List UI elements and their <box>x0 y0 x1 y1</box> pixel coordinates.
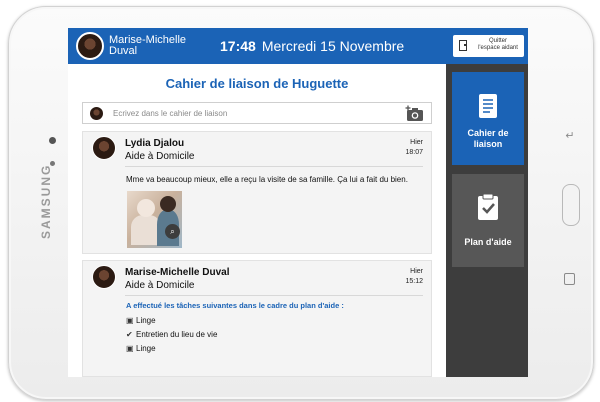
task-item: ✔ Entretien du lieu de vie <box>126 330 217 339</box>
post-date: Hier 15:12 <box>393 267 423 287</box>
author-role: Aide à Domicile <box>125 151 195 162</box>
current-time: 17:48 <box>220 38 256 54</box>
add-photo-icon[interactable] <box>405 105 425 122</box>
task-label: Entretien du lieu de vie <box>136 330 218 339</box>
card-divider <box>125 166 423 167</box>
card-divider <box>125 295 423 296</box>
main-panel: Cahier de liaison de Huguette Ecrivez da… <box>68 64 446 377</box>
message-text: Mme va beaucoup mieux, elle a reçu la vi… <box>126 175 408 184</box>
sidebar-item-plan-daide[interactable]: Plan d'aide <box>452 174 524 267</box>
quit-label: Quitter l'espace aidant <box>473 38 523 52</box>
user-last-name: Duval <box>109 45 138 57</box>
post-date: Hier 18:07 <box>393 138 423 158</box>
author-role: Aide à Domicile <box>125 280 195 291</box>
task-label: Linge <box>136 344 156 353</box>
post-time: 18:07 <box>405 149 423 156</box>
quit-caregiver-space-button[interactable]: Quitter l'espace aidant <box>453 35 524 57</box>
post-day: Hier <box>410 139 423 146</box>
task-label: Linge <box>136 316 156 325</box>
sidebar-item-label: Cahier de liaison <box>452 128 524 150</box>
user-name: Marise-Michelle Duval <box>109 35 186 57</box>
task-item: ▣ Linge <box>126 344 156 353</box>
author-name: Marise-Michelle Duval <box>125 267 230 278</box>
quit-label-line1: Quitter <box>488 38 507 44</box>
zoom-icon[interactable]: ⌕ <box>165 224 180 239</box>
exit-door-icon <box>459 40 467 51</box>
page-title: Cahier de liaison de Huguette <box>165 76 349 91</box>
attached-photo[interactable]: ⌕ <box>127 191 182 248</box>
washing-machine-icon: ▣ <box>126 344 134 353</box>
composer-avatar <box>89 106 104 121</box>
message-card: Lydia Djalou Aide à Domicile Hier 18:07 … <box>82 131 432 254</box>
washing-machine-icon: ▣ <box>126 316 134 325</box>
hardware-recent-apps-icon[interactable] <box>564 273 575 285</box>
user-avatar <box>76 32 104 60</box>
clock: 17:48 Mercredi 15 Novembre <box>220 38 404 54</box>
post-day: Hier <box>410 268 423 275</box>
sidebar-item-cahier-de-liaison[interactable]: Cahier de liaison <box>452 72 524 165</box>
clipboard-check-icon <box>478 193 498 220</box>
light-sensor <box>50 161 55 166</box>
brand-logo: SAMSUNG <box>39 163 53 239</box>
message-composer[interactable]: Ecrivez dans le cahier de liaison <box>82 102 432 124</box>
sidebar-item-label-line2: liaison <box>473 139 503 149</box>
author-avatar <box>92 265 116 289</box>
sidebar-item-label-line1: Cahier de <box>467 128 509 138</box>
top-bar: Marise-Michelle Duval 17:48 Mercredi 15 N… <box>68 28 528 64</box>
hardware-back-icon[interactable]: ↵ <box>564 130 576 142</box>
post-time: 15:12 <box>405 278 423 285</box>
task-item: ▣ Linge <box>126 316 156 325</box>
front-camera <box>49 137 56 144</box>
author-avatar <box>92 136 116 160</box>
sidebar: Cahier de liaison Plan d'aide <box>446 64 528 377</box>
author-name: Lydia Djalou <box>125 138 185 149</box>
quit-label-line2: l'espace aidant <box>478 45 518 51</box>
app-screen: Marise-Michelle Duval 17:48 Mercredi 15 N… <box>68 28 528 377</box>
sidebar-item-label: Plan d'aide <box>464 237 512 247</box>
broom-icon: ✔ <box>126 330 133 339</box>
current-date: Mercredi 15 Novembre <box>261 38 405 54</box>
hardware-home-button[interactable] <box>562 184 580 226</box>
tasks-heading: A effectué les tâches suivantes dans le … <box>126 301 344 310</box>
notebook-icon <box>479 94 497 118</box>
message-card: Marise-Michelle Duval Aide à Domicile Hi… <box>82 260 432 377</box>
composer-placeholder[interactable]: Ecrivez dans le cahier de liaison <box>113 109 227 118</box>
